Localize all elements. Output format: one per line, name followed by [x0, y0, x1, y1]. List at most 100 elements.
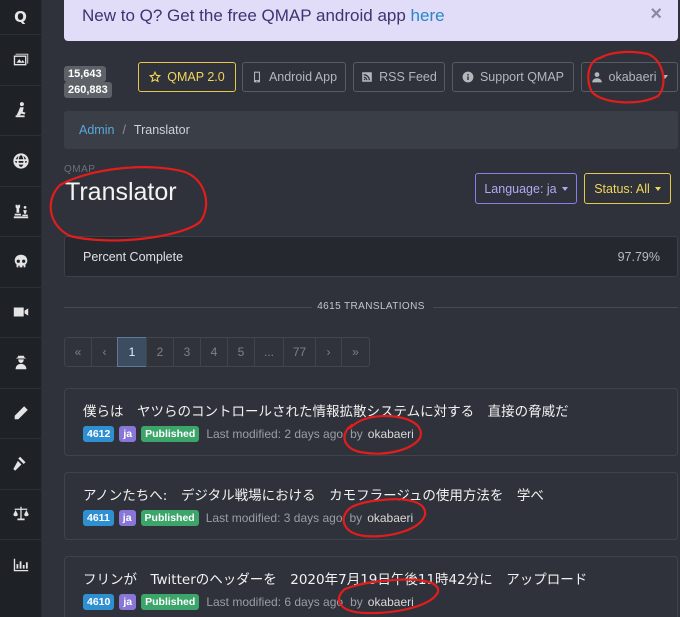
close-icon[interactable]: × — [650, 3, 662, 26]
percent-complete-value: 97.79% — [617, 250, 660, 264]
sidebar-item-prayer[interactable] — [0, 84, 41, 136]
pagination-item[interactable]: » — [341, 337, 370, 367]
by-text: by — [350, 427, 363, 441]
pencil-icon — [14, 406, 28, 420]
counter-badge-1: 15,643 — [64, 66, 106, 82]
breadcrumb-separator: / — [122, 123, 126, 137]
by-text: by — [350, 595, 363, 609]
app-promo-banner: New to Q? Get the free QMAP android app … — [64, 0, 678, 41]
rss-icon — [362, 72, 372, 82]
pagination-item[interactable]: ‹ — [91, 337, 118, 367]
info-circle-icon — [462, 71, 474, 83]
translation-id-badge: 4612 — [83, 426, 115, 442]
translation-row[interactable]: 僕らは ヤツらのコントロールされた情報拡散システムに対する 直接の脅威だ 4612… — [64, 388, 678, 456]
user-menu-dropdown[interactable]: okabaeri — [581, 62, 678, 92]
by-text: by — [349, 511, 363, 525]
translation-row[interactable]: アノンたちへ: デジタル戦場における カモフラージュの使用方法を 学べ 4611 j… — [64, 472, 678, 540]
pagination-item[interactable]: 3 — [173, 337, 201, 367]
percent-complete-card: Percent Complete 97.79% — [64, 236, 678, 277]
language-dropdown[interactable]: Language: ja — [475, 173, 577, 204]
breadcrumb-current: Translator — [133, 123, 190, 137]
sidebar-item-gavel[interactable] — [0, 438, 41, 489]
support-qmap-button[interactable]: Support QMAP — [452, 62, 574, 92]
pagination-item[interactable]: « — [64, 337, 92, 367]
sidebar-item-globe[interactable] — [0, 135, 41, 186]
chevron-down-icon — [662, 75, 669, 79]
user-secret-icon — [15, 355, 26, 370]
pagination: «‹ 1 2 3 4 5... 77 ›» — [64, 337, 370, 367]
translation-row[interactable]: フリンが Twitterのヘッダーを 2020年7月19日午後11時42分に ア… — [64, 556, 678, 617]
page-title: Translator — [65, 178, 177, 206]
translation-id-badge: 4611 — [83, 510, 114, 526]
qmap-button[interactable]: QMAP 2.0 — [138, 62, 236, 92]
android-app-label: Android App — [268, 70, 338, 84]
page-pretitle: QMAP — [64, 164, 96, 175]
translation-meta: 4611 ja Published Last modified: 3 days ago… — [83, 510, 413, 526]
status-dropdown[interactable]: Status: All — [584, 173, 671, 204]
language-badge: ja — [119, 594, 137, 610]
percent-complete-label: Percent Complete — [83, 250, 184, 264]
translations-count: 4615 TRANSLATIONS — [317, 301, 425, 312]
translation-text[interactable]: フリンが Twitterのヘッダーを 2020年7月19日午後11時42分に ア… — [83, 568, 587, 588]
star-icon — [149, 71, 162, 83]
last-modified-text: Last modified: 2 days ago — [206, 427, 344, 441]
rss-feed-label: RSS Feed — [379, 70, 437, 84]
sidebar-item-skull[interactable] — [0, 236, 41, 287]
author-username: okabaeri — [367, 511, 414, 525]
status-dropdown-label: Status: All — [594, 181, 650, 196]
sidebar-item-edit[interactable] — [0, 387, 41, 439]
chess-icon — [13, 204, 28, 219]
rss-feed-button[interactable]: RSS Feed — [353, 62, 445, 92]
app-logo[interactable]: Q — [0, 0, 41, 34]
last-modified-text: Last modified: 3 days ago — [205, 511, 343, 525]
translation-meta: 4612 ja Published Last modified: 2 days ago… — [83, 426, 414, 442]
pagination-item[interactable]: 77 — [283, 337, 316, 367]
banner-text: New to Q? Get the free QMAP android app … — [82, 6, 445, 26]
translation-text[interactable]: アノンたちへ: デジタル戦場における カモフラージュの使用方法を 学べ — [83, 484, 544, 504]
translation-text[interactable]: 僕らは ヤツらのコントロールされた情報拡散システムに対する 直接の脅威だ — [83, 400, 569, 420]
pagination-item[interactable]: 5 — [227, 337, 255, 367]
breadcrumb-admin-link[interactable]: Admin — [79, 123, 114, 137]
sidebar-item-images[interactable] — [0, 34, 41, 85]
kneeling-figure-icon — [15, 102, 25, 118]
status-badge: Published — [141, 594, 200, 610]
status-badge: Published — [141, 426, 200, 442]
skull-icon — [14, 254, 27, 268]
banner-message: New to Q? Get the free QMAP android app — [82, 6, 411, 25]
language-badge: ja — [118, 510, 136, 526]
globe-icon — [12, 153, 29, 169]
status-badge: Published — [140, 510, 199, 526]
author-username: okabaeri — [367, 595, 414, 609]
language-dropdown-label: Language: ja — [484, 181, 557, 196]
author-username: okabaeri — [367, 427, 414, 441]
sidebar-item-chess[interactable] — [0, 185, 41, 237]
banner-link[interactable]: here — [411, 6, 445, 25]
user-icon — [591, 72, 602, 83]
balance-scale-icon — [12, 507, 29, 521]
translation-id-badge: 4610 — [83, 594, 115, 610]
pagination-item[interactable]: › — [315, 337, 342, 367]
pagination-item[interactable]: 1 — [117, 337, 147, 367]
qmap-button-label: QMAP 2.0 — [167, 70, 225, 84]
language-badge: ja — [119, 426, 137, 442]
sidebar-item-users[interactable] — [0, 337, 41, 388]
gavel-icon — [12, 456, 27, 471]
breadcrumb: Admin / Translator — [64, 111, 678, 149]
mobile-icon — [253, 71, 260, 83]
last-modified-text: Last modified: 6 days ago — [206, 595, 344, 609]
android-app-button[interactable]: Android App — [242, 62, 346, 92]
bar-chart-icon — [13, 558, 28, 572]
translations-count-divider: 4615 TRANSLATIONS — [0, 301, 680, 312]
sidebar-item-stats[interactable] — [0, 539, 41, 590]
images-icon — [13, 53, 28, 66]
sidebar-item-justice[interactable] — [0, 488, 41, 540]
pagination-item[interactable]: ... — [254, 337, 284, 367]
counter-badge-2: 260,883 — [64, 82, 112, 98]
translation-meta: 4610 ja Published Last modified: 6 days ago… — [83, 594, 414, 610]
chevron-down-icon — [561, 186, 568, 191]
support-qmap-label: Support QMAP — [479, 70, 565, 84]
pagination-item[interactable]: 4 — [200, 337, 228, 367]
chevron-down-icon — [654, 186, 661, 191]
username-label: okabaeri — [608, 70, 657, 84]
pagination-item[interactable]: 2 — [146, 337, 174, 367]
